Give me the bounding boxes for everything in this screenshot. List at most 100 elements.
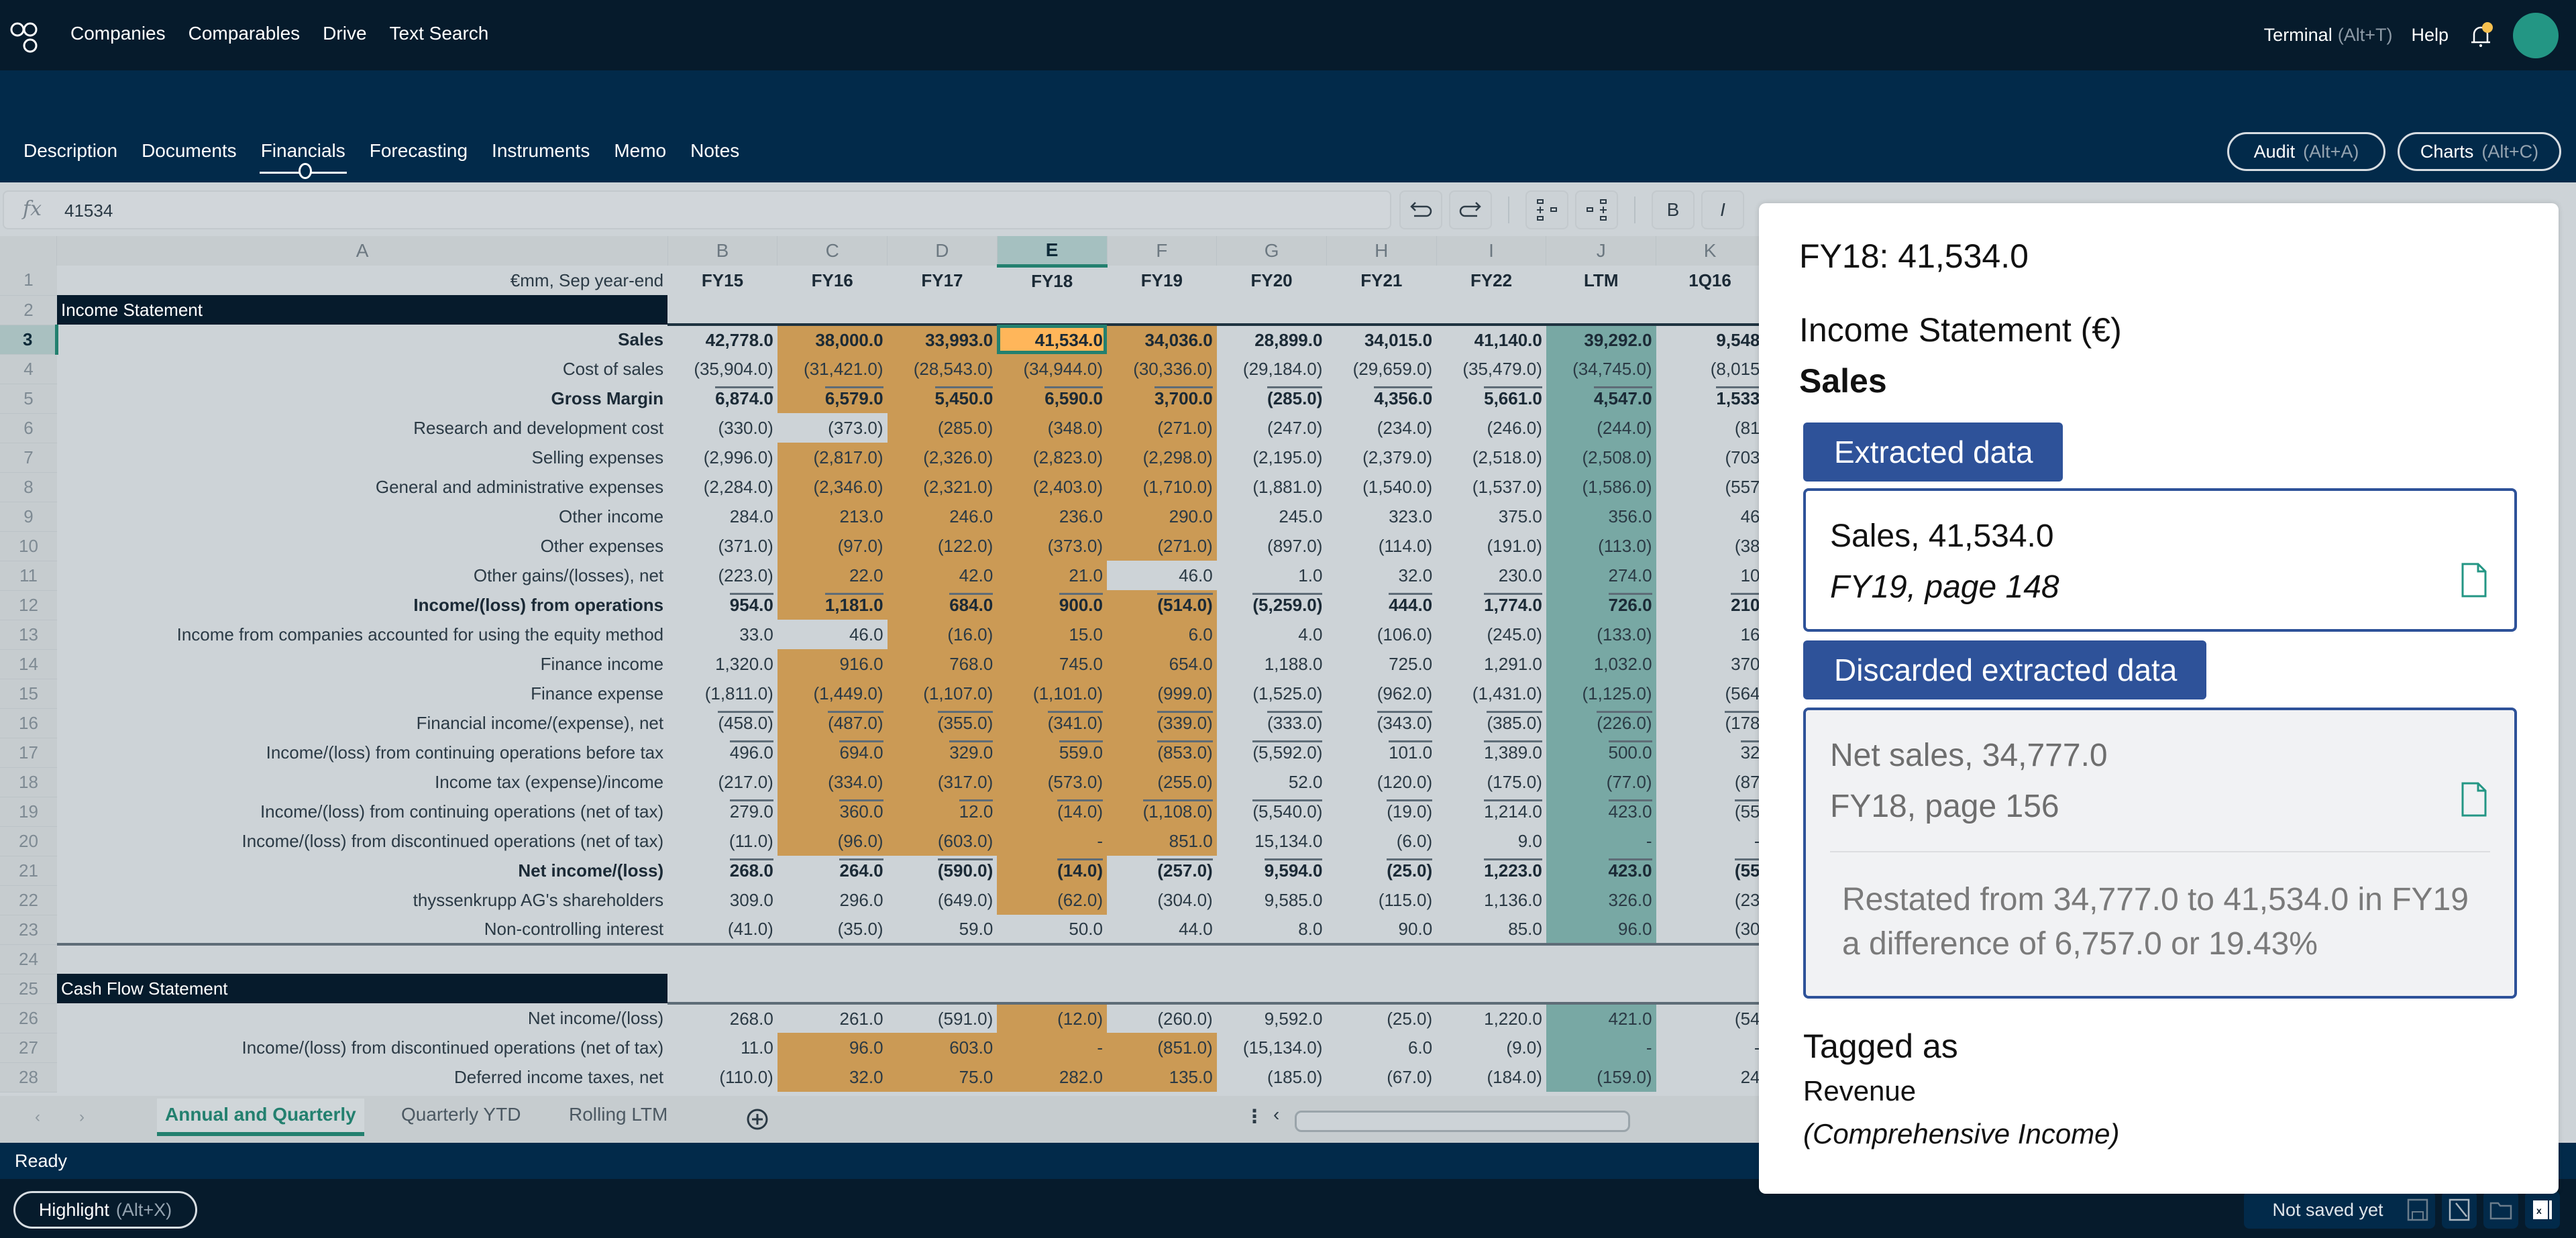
cell[interactable]: 1,533	[1656, 384, 1764, 413]
cell[interactable]: (77.0)	[1546, 767, 1656, 797]
cell[interactable]: 421.0	[1546, 1003, 1656, 1033]
row-label[interactable]: Income from companies accounted for usin…	[57, 620, 667, 649]
highlight-button[interactable]: Highlight (Alt+X)	[13, 1191, 197, 1229]
tab-forecasting[interactable]: Forecasting	[370, 140, 468, 162]
nav-text-search[interactable]: Text Search	[390, 23, 489, 44]
tab-documents[interactable]: Documents	[142, 140, 237, 162]
more-options-icon[interactable]: ⋮	[1245, 1105, 1264, 1127]
cell[interactable]: (16.0)	[887, 620, 998, 649]
save-as-button[interactable]	[2442, 1191, 2477, 1229]
cell[interactable]: 52.0	[1217, 767, 1327, 797]
cell[interactable]	[1546, 944, 1656, 974]
row-number[interactable]: 6	[0, 413, 57, 443]
row-number[interactable]: 2	[0, 295, 57, 325]
cell[interactable]: 9,592.0	[1217, 1003, 1327, 1033]
cell[interactable]: (178	[1656, 708, 1764, 738]
cell[interactable]: 34,015.0	[1326, 325, 1436, 354]
cell[interactable]: (28,543.0)	[887, 354, 998, 384]
cell[interactable]: 1,181.0	[777, 590, 888, 620]
cell[interactable]: (1,537.0)	[1436, 472, 1546, 502]
cell[interactable]: 1.0	[1217, 561, 1327, 590]
cell[interactable]: (591.0)	[888, 1003, 998, 1033]
cell[interactable]: (962.0)	[1326, 679, 1436, 708]
row-number[interactable]: 1	[0, 266, 57, 296]
help-link[interactable]: Help	[2411, 25, 2449, 46]
cell[interactable]: 290.0	[1107, 502, 1217, 531]
cell[interactable]: (1,525.0)	[1217, 679, 1327, 708]
cell[interactable]: (330.0)	[667, 413, 777, 443]
cell[interactable]: (34,745.0)	[1546, 354, 1656, 384]
row-label[interactable]: Financial income/(expense), net	[57, 708, 667, 738]
cell[interactable]	[997, 944, 1107, 974]
cell[interactable]: 6.0	[1326, 1033, 1436, 1062]
cell[interactable]: 38,000.0	[777, 325, 888, 354]
cell[interactable]: 90.0	[1326, 915, 1437, 946]
cell[interactable]: 329.0	[887, 738, 998, 767]
cell[interactable]: 916.0	[777, 649, 888, 679]
cell[interactable]: 370	[1656, 649, 1764, 679]
period-header[interactable]: FY20	[1217, 266, 1327, 295]
cell[interactable]: 356.0	[1546, 502, 1656, 531]
nav-drive[interactable]: Drive	[323, 23, 366, 44]
cell[interactable]: 39,292.0	[1546, 325, 1656, 354]
cell[interactable]	[57, 944, 667, 974]
row-number[interactable]: 24	[0, 944, 57, 974]
cell[interactable]: (23	[1656, 885, 1764, 915]
cell[interactable]: 9.0	[1436, 826, 1546, 856]
cell[interactable]: 16	[1656, 620, 1764, 649]
cell[interactable]	[667, 295, 777, 326]
row-label[interactable]: Other expenses	[57, 531, 667, 561]
cell[interactable]: 6,590.0	[997, 384, 1107, 413]
row-number[interactable]: 19	[0, 797, 57, 827]
select-all-corner[interactable]	[0, 236, 58, 266]
row-label[interactable]: Net income/(loss)	[57, 856, 667, 885]
italic-button[interactable]: I	[1701, 190, 1744, 229]
period-header[interactable]: FY21	[1326, 266, 1436, 295]
cell[interactable]	[1326, 974, 1437, 1005]
undo-button[interactable]	[1399, 190, 1442, 229]
cell[interactable]: 210	[1656, 590, 1764, 620]
cell[interactable]	[997, 974, 1107, 1005]
cell[interactable]: 32	[1656, 738, 1764, 767]
cell[interactable]	[997, 295, 1107, 326]
cell[interactable]: (564	[1656, 679, 1764, 708]
formula-input[interactable]	[64, 197, 1379, 224]
cell[interactable]: (2,379.0)	[1326, 443, 1436, 472]
cell[interactable]: (35.0)	[777, 915, 888, 946]
column-header[interactable]: H	[1326, 236, 1437, 266]
cell[interactable]: (557	[1656, 472, 1764, 502]
row-number[interactable]: 17	[0, 738, 57, 768]
cell[interactable]: 954.0	[667, 590, 777, 620]
cell[interactable]: 6,874.0	[667, 384, 777, 413]
cell[interactable]: (333.0)	[1217, 708, 1327, 738]
cell[interactable]: 559.0	[997, 738, 1107, 767]
tab-memo[interactable]: Memo	[614, 140, 666, 162]
period-header[interactable]: FY19	[1107, 266, 1217, 295]
cell[interactable]: (255.0)	[1107, 767, 1217, 797]
cell[interactable]: 6,579.0	[777, 384, 888, 413]
cell[interactable]: 9,594.0	[1217, 856, 1327, 885]
cell[interactable]: (96.0)	[777, 826, 888, 856]
nav-companies[interactable]: Companies	[70, 23, 166, 44]
cell[interactable]: (113.0)	[1546, 531, 1656, 561]
cell[interactable]: (317.0)	[887, 767, 998, 797]
cell[interactable]	[667, 974, 777, 1005]
cell[interactable]: 8.0	[1216, 915, 1327, 946]
cell[interactable]	[1107, 944, 1217, 974]
cell[interactable]: 500.0	[1546, 738, 1656, 767]
cell[interactable]: (244.0)	[1546, 413, 1656, 443]
cell[interactable]	[1326, 944, 1436, 974]
column-header[interactable]: J	[1546, 236, 1657, 266]
row-label[interactable]: Income/(loss) from continuing operations…	[57, 797, 667, 826]
cell[interactable]: (30,336.0)	[1107, 354, 1217, 384]
row-label[interactable]: Selling expenses	[57, 443, 667, 472]
column-header-selected[interactable]: E	[997, 236, 1108, 268]
cell[interactable]: (97.0)	[777, 531, 888, 561]
cell[interactable]: 1,220.0	[1436, 1003, 1546, 1033]
nav-comparables[interactable]: Comparables	[189, 23, 301, 44]
section-header[interactable]: Income Statement	[56, 295, 668, 325]
cell[interactable]: 268.0	[667, 1003, 777, 1033]
cell[interactable]: 46.0	[1107, 561, 1217, 590]
column-header[interactable]: A	[56, 236, 668, 266]
cell[interactable]: 726.0	[1546, 590, 1656, 620]
